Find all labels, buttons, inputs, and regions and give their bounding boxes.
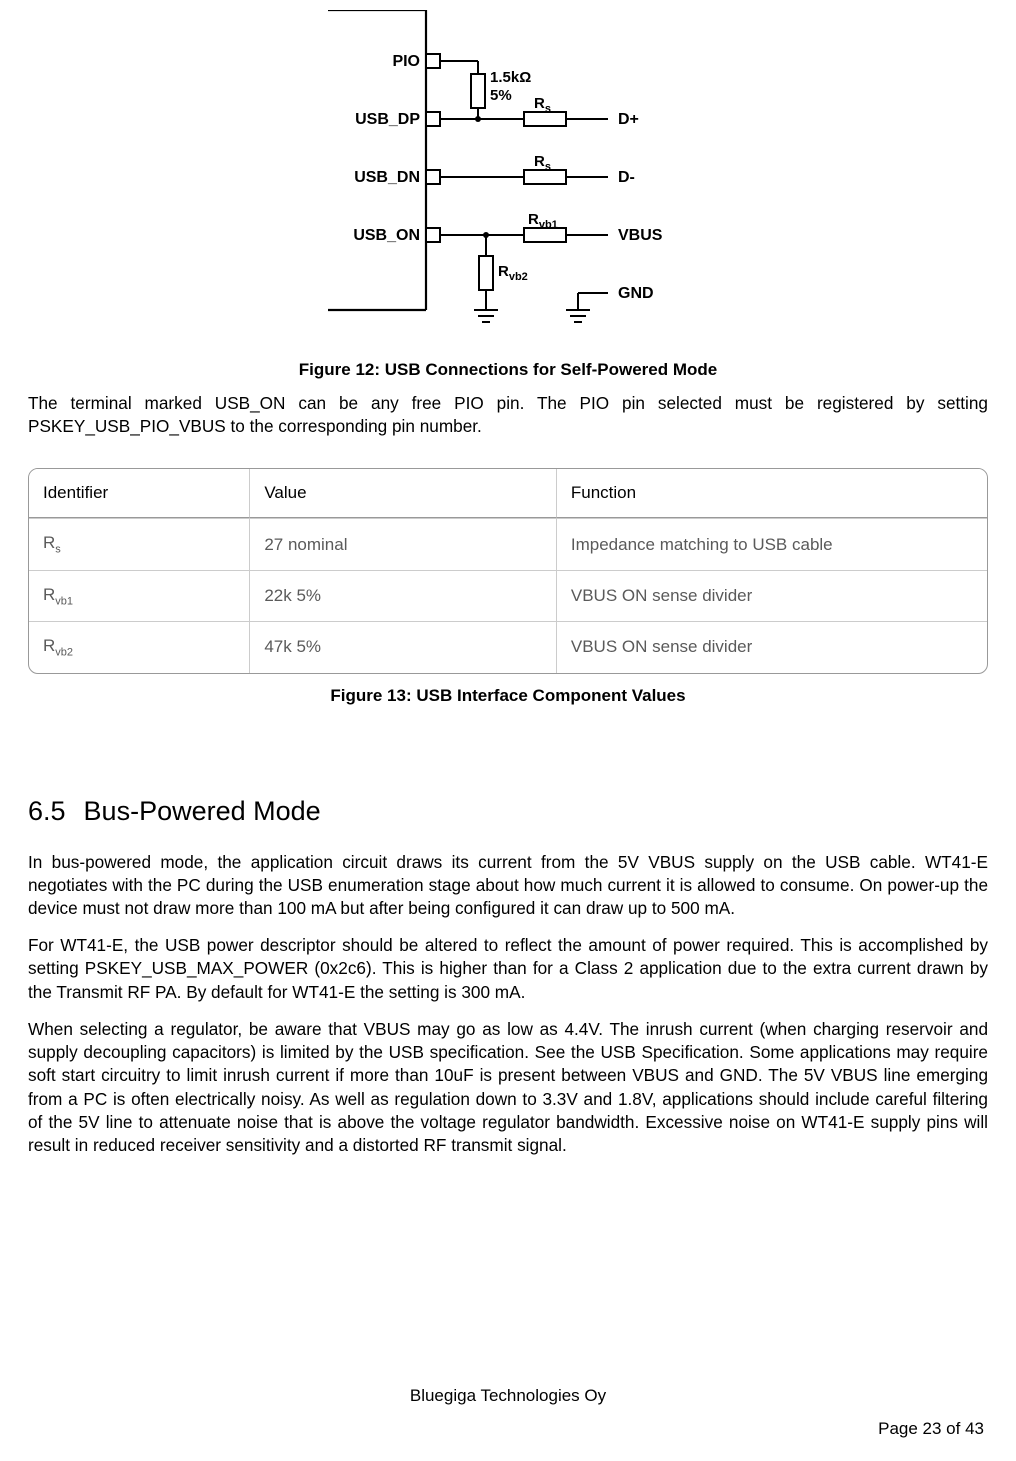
label-usb-dp: USB_DP	[355, 111, 420, 128]
label-pio: PIO	[392, 53, 420, 70]
component-table: Identifier Value Function Rs 27 nominal …	[28, 468, 988, 673]
section-title: Bus-Powered Mode	[84, 796, 321, 826]
table-row: Rvb1 22k 5% VBUS ON sense divider	[29, 570, 987, 621]
usb-schematic-svg: PIO USB_DP USB_DN USB_ON 1.5kΩ 5% Rs Rs …	[308, 10, 708, 340]
para-usb-on: The terminal marked USB_ON can be any fr…	[28, 392, 988, 438]
figure12-caption: Figure 12: USB Connections for Self-Powe…	[28, 360, 988, 380]
label-usb-on: USB_ON	[353, 227, 420, 244]
th-function: Function	[556, 469, 987, 518]
footer-company: Bluegiga Technologies Oy	[0, 1386, 1016, 1406]
label-1.5k: 1.5kΩ	[490, 69, 531, 86]
label-gnd: GND	[618, 285, 654, 302]
label-dminus: D-	[618, 169, 635, 186]
label-vbus: VBUS	[618, 227, 663, 244]
label-rvb2: Rvb2	[498, 263, 528, 283]
table-row: Rvb2 47k 5% VBUS ON sense divider	[29, 621, 987, 672]
para-bus2: For WT41-E, the USB power descriptor sho…	[28, 934, 988, 1004]
figure12-diagram: PIO USB_DP USB_DN USB_ON 1.5kΩ 5% Rs Rs …	[28, 10, 988, 340]
section-number: 6.5	[28, 796, 66, 827]
section-heading: 6.5 Bus-Powered Mode	[28, 796, 988, 827]
para-bus3: When selecting a regulator, be aware tha…	[28, 1018, 988, 1157]
para-bus1: In bus-powered mode, the application cir…	[28, 851, 988, 921]
th-identifier: Identifier	[29, 469, 249, 518]
figure13-caption: Figure 13: USB Interface Component Value…	[28, 686, 988, 706]
th-value: Value	[249, 469, 556, 518]
label-usb-dn: USB_DN	[354, 169, 420, 186]
footer-page: Page 23 of 43	[878, 1419, 984, 1439]
label-dplus: D+	[618, 111, 639, 128]
label-5pct: 5%	[490, 87, 512, 104]
table-row: Rs 27 nominal Impedance matching to USB …	[29, 518, 987, 569]
